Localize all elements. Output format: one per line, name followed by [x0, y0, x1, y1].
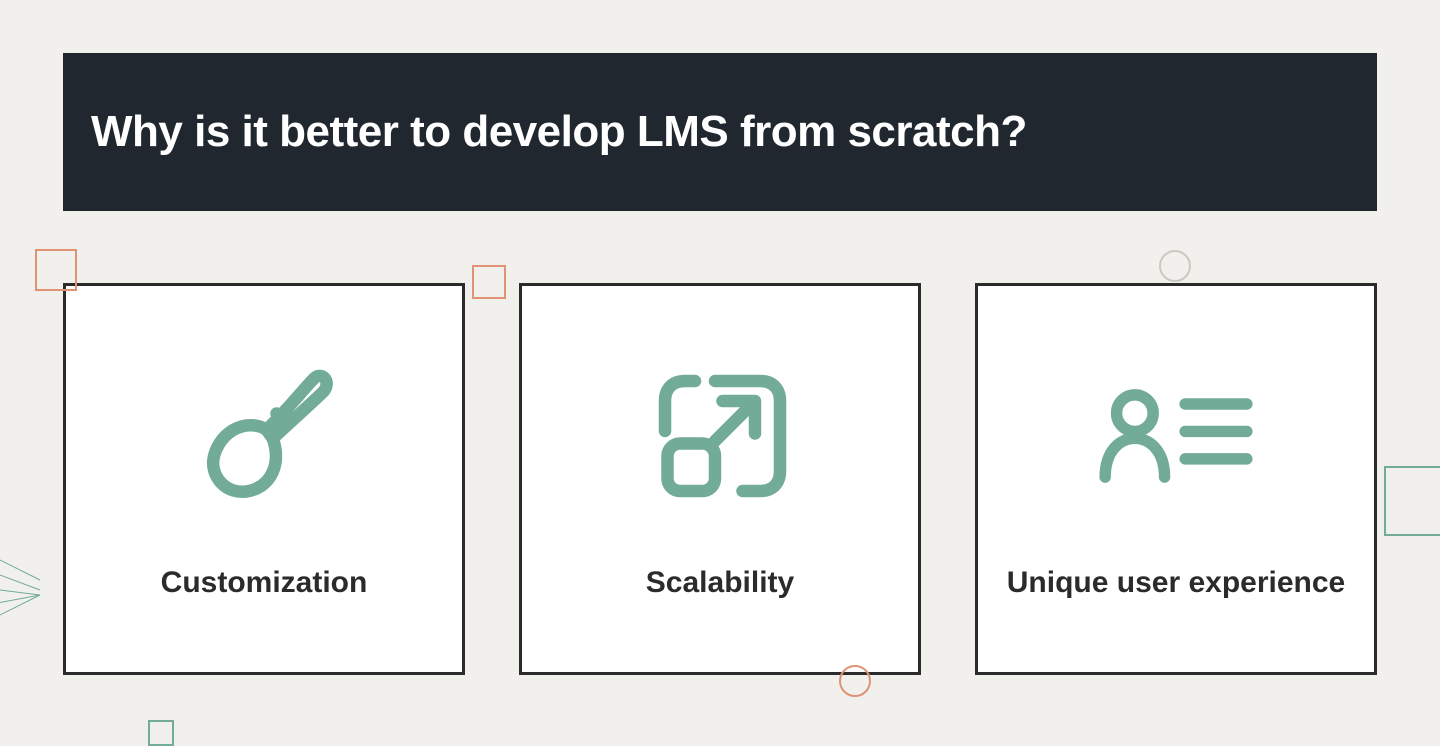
- decorative-square: [1384, 466, 1440, 536]
- title-bar: Why is it better to develop LMS from scr…: [63, 53, 1377, 211]
- decorative-square: [35, 249, 77, 291]
- decorative-square: [148, 720, 174, 746]
- brush-icon: [184, 356, 344, 516]
- feature-card-unique-ux: Unique user experience: [975, 283, 1377, 675]
- decorative-square: [472, 265, 506, 299]
- decorative-lines: [0, 540, 60, 660]
- feature-label: Customization: [161, 564, 368, 602]
- feature-card-customization: Customization: [63, 283, 465, 675]
- feature-label: Unique user experience: [1007, 564, 1345, 602]
- expand-icon: [640, 356, 800, 516]
- decorative-circle: [839, 665, 871, 697]
- page-title: Why is it better to develop LMS from scr…: [91, 107, 1027, 157]
- user-list-icon: [1096, 356, 1256, 516]
- decorative-circle: [1159, 250, 1191, 282]
- feature-card-scalability: Scalability: [519, 283, 921, 675]
- feature-label: Scalability: [646, 564, 794, 602]
